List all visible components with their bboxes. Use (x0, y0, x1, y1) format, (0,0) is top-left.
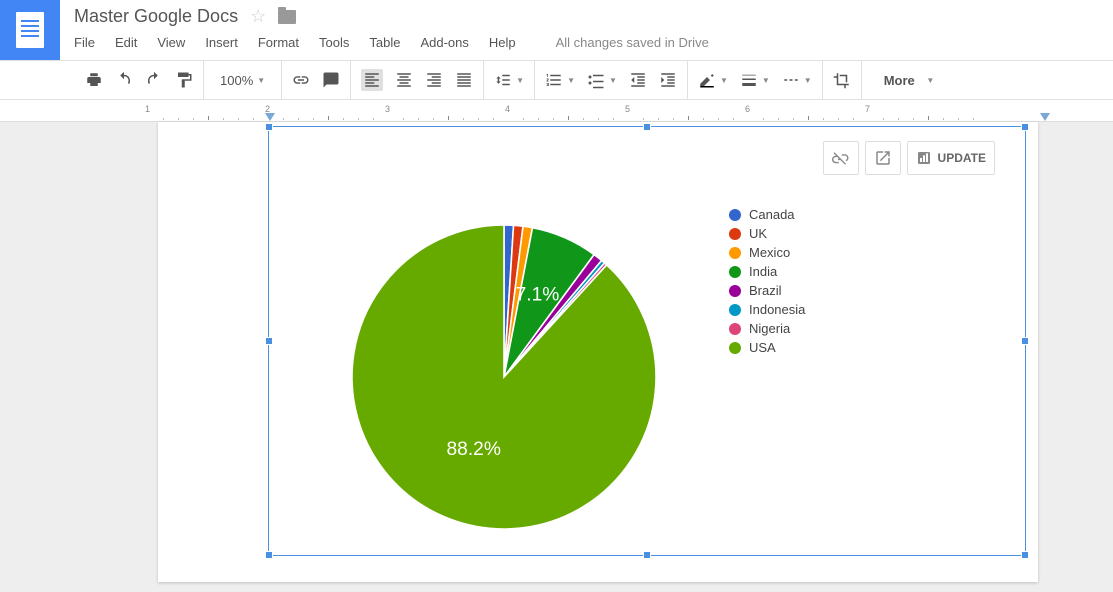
menu-view[interactable]: View (157, 35, 185, 50)
embedded-chart: 7.1% 88.2% Canada UK Mexico India Brazil Indon… (289, 197, 1009, 557)
legend: Canada UK Mexico India Brazil Indonesia Nigeri… (729, 197, 805, 557)
legend-label: Indonesia (749, 302, 805, 317)
zoom-label: 100% (220, 73, 253, 88)
folder-icon[interactable] (278, 10, 296, 24)
legend-item-mexico: Mexico (729, 245, 805, 260)
pie-chart: 7.1% 88.2% (344, 217, 664, 537)
star-icon[interactable]: ☆ (250, 6, 266, 27)
ruler-tick: 7 (865, 104, 870, 114)
align-left-icon[interactable] (361, 69, 383, 91)
ruler-tick: 5 (625, 104, 630, 114)
line-spacing-icon[interactable]: ▼ (494, 71, 524, 89)
handle-tr[interactable] (1021, 123, 1029, 131)
align-right-icon[interactable] (425, 71, 443, 89)
legend-item-uk: UK (729, 226, 805, 241)
handle-tl[interactable] (265, 123, 273, 131)
indent-decrease-icon[interactable] (629, 71, 647, 89)
slice-label-india: 7.1% (516, 284, 560, 305)
update-chart-button[interactable]: UPDATE (907, 141, 995, 175)
ruler-tick: 6 (745, 104, 750, 114)
border-dash-icon[interactable]: ▼ (782, 71, 812, 89)
menu-format[interactable]: Format (258, 35, 299, 50)
legend-label: Canada (749, 207, 795, 222)
legend-swatch (729, 228, 741, 240)
legend-swatch (729, 247, 741, 259)
more-button[interactable]: More ▼ (872, 73, 947, 88)
menu-edit[interactable]: Edit (115, 35, 137, 50)
align-justify-icon[interactable] (455, 71, 473, 89)
bulleted-list-icon[interactable]: ▼ (587, 71, 617, 89)
handle-br[interactable] (1021, 551, 1029, 559)
more-label: More (884, 73, 915, 88)
legend-swatch (729, 323, 741, 335)
redo-icon[interactable] (145, 71, 163, 89)
pie-slice-usa (352, 225, 656, 529)
border-color-icon[interactable]: ▼ (698, 71, 728, 89)
menubar: File Edit View Insert Format Tools Table… (74, 35, 1103, 50)
legend-item-canada: Canada (729, 207, 805, 222)
legend-swatch (729, 285, 741, 297)
legend-item-india: India (729, 264, 805, 279)
slice-label-usa: 88.2% (447, 439, 501, 460)
update-label: UPDATE (938, 151, 986, 165)
paint-format-icon[interactable] (175, 71, 193, 89)
ruler-tick: 4 (505, 104, 510, 114)
legend-label: India (749, 264, 777, 279)
ruler-tick: 2 (265, 104, 270, 114)
document-title[interactable]: Master Google Docs (74, 6, 238, 27)
ruler-tick: 1 (145, 104, 150, 114)
unlink-chart-icon[interactable] (823, 141, 859, 175)
handle-mr[interactable] (1021, 337, 1029, 345)
canvas-area: 1 2 3 4 5 6 7 UPDATE 7.1% 88.2% Canada UK Mexico I… (0, 102, 1113, 592)
docs-app-icon[interactable] (0, 0, 60, 60)
legend-swatch (729, 342, 741, 354)
indent-increase-icon[interactable] (659, 71, 677, 89)
legend-item-usa: USA (729, 340, 805, 355)
legend-label: Brazil (749, 283, 782, 298)
ruler[interactable]: 1 2 3 4 5 6 7 (0, 102, 1113, 122)
menu-help[interactable]: Help (489, 35, 516, 50)
print-icon[interactable] (85, 71, 103, 89)
legend-swatch (729, 266, 741, 278)
zoom-dropdown[interactable]: 100%▼ (214, 73, 271, 88)
save-status: All changes saved in Drive (556, 35, 709, 50)
legend-item-nigeria: Nigeria (729, 321, 805, 336)
legend-item-indonesia: Indonesia (729, 302, 805, 317)
legend-label: UK (749, 226, 767, 241)
right-margin-marker[interactable] (1040, 113, 1050, 121)
ruler-tick: 3 (385, 104, 390, 114)
handle-ml[interactable] (265, 337, 273, 345)
legend-item-brazil: Brazil (729, 283, 805, 298)
docs-app-icon-glyph (16, 12, 44, 48)
menu-file[interactable]: File (74, 35, 95, 50)
crop-icon[interactable] (833, 71, 851, 89)
legend-label: Nigeria (749, 321, 790, 336)
legend-label: Mexico (749, 245, 790, 260)
menu-table[interactable]: Table (369, 35, 400, 50)
numbered-list-icon[interactable]: ▼ (545, 71, 575, 89)
handle-tm[interactable] (643, 123, 651, 131)
align-center-icon[interactable] (395, 71, 413, 89)
legend-swatch (729, 304, 741, 316)
handle-bl[interactable] (265, 551, 273, 559)
menu-tools[interactable]: Tools (319, 35, 349, 50)
comment-icon[interactable] (322, 71, 340, 89)
link-icon[interactable] (292, 71, 310, 89)
toolbar: 100%▼ ▼ ▼ ▼ ▼ ▼ ▼ More ▼ (0, 60, 1113, 100)
menu-addons[interactable]: Add-ons (420, 35, 468, 50)
open-source-icon[interactable] (865, 141, 901, 175)
legend-swatch (729, 209, 741, 221)
menu-insert[interactable]: Insert (205, 35, 238, 50)
border-weight-icon[interactable]: ▼ (740, 71, 770, 89)
undo-icon[interactable] (115, 71, 133, 89)
left-margin-marker[interactable] (265, 113, 275, 121)
selection-box[interactable]: UPDATE 7.1% 88.2% Canada UK Mexico India Braz… (268, 126, 1026, 556)
legend-label: USA (749, 340, 776, 355)
